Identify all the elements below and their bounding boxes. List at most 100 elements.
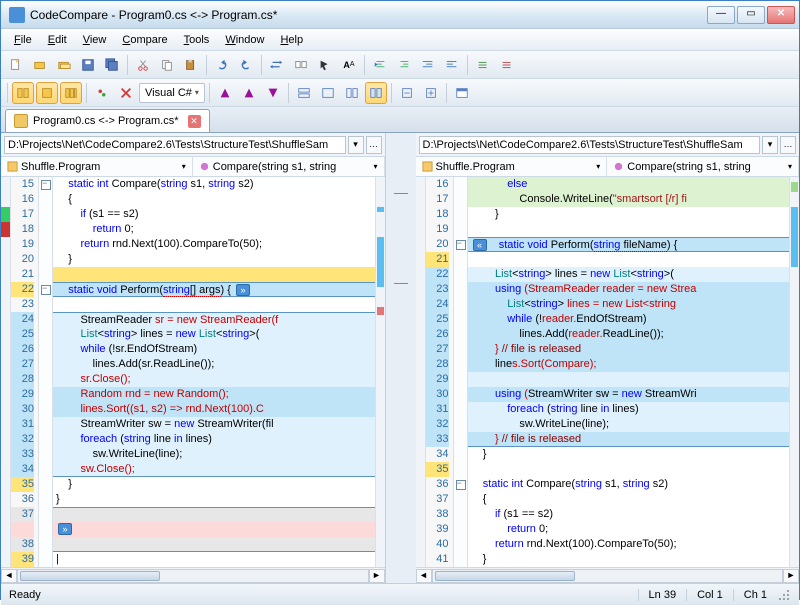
cut-icon[interactable] bbox=[132, 54, 154, 76]
nav-first-icon[interactable] bbox=[214, 82, 236, 104]
doc-tab-label: Program0.cs <-> Program.cs* bbox=[33, 115, 179, 127]
open-folder-icon[interactable] bbox=[53, 54, 75, 76]
right-struct-class[interactable]: Shuffle.Program▾ bbox=[416, 157, 608, 176]
menubar: File Edit View Compare Tools Window Help bbox=[1, 29, 799, 51]
swap-icon[interactable] bbox=[266, 54, 288, 76]
uncomment-icon[interactable] bbox=[496, 54, 518, 76]
right-path-dropdown-icon[interactable]: ▾ bbox=[762, 136, 778, 154]
redo-icon[interactable] bbox=[235, 54, 257, 76]
cancel-icon[interactable] bbox=[115, 82, 137, 104]
menu-compare[interactable]: Compare bbox=[115, 32, 174, 48]
diff-connector bbox=[394, 133, 408, 583]
right-struct-method[interactable]: Compare(string s1, string▾ bbox=[607, 157, 799, 176]
toolbar-compare: Visual C#▾ bbox=[1, 79, 799, 107]
language-dropdown[interactable]: Visual C#▾ bbox=[139, 83, 205, 103]
tab-file-icon bbox=[14, 114, 28, 128]
minimize-button[interactable]: — bbox=[707, 6, 735, 24]
status-ch: Ch 1 bbox=[733, 589, 777, 601]
titlebar: CodeCompare - Program0.cs <-> Program.cs… bbox=[1, 1, 799, 29]
open-icon[interactable] bbox=[29, 54, 51, 76]
indent-left-icon[interactable] bbox=[369, 54, 391, 76]
left-struct-method[interactable]: Compare(string s1, string▾ bbox=[193, 157, 385, 176]
undo-icon[interactable] bbox=[211, 54, 233, 76]
right-path-browse-icon[interactable]: … bbox=[780, 136, 796, 154]
resize-grip-icon[interactable] bbox=[777, 588, 791, 602]
window-title: CodeCompare - Program0.cs <-> Program.cs… bbox=[30, 8, 707, 22]
right-fold-gutter[interactable] bbox=[454, 177, 468, 567]
refresh-icon[interactable] bbox=[290, 54, 312, 76]
view-vert2-icon[interactable] bbox=[365, 82, 387, 104]
left-struct-class[interactable]: Shuffle.Program▾ bbox=[1, 157, 193, 176]
left-path-dropdown-icon[interactable]: ▾ bbox=[348, 136, 364, 154]
outdent-icon[interactable] bbox=[441, 54, 463, 76]
scroll-left-icon[interactable]: ◄ bbox=[416, 569, 432, 583]
save-all-icon[interactable] bbox=[101, 54, 123, 76]
copy-icon[interactable] bbox=[156, 54, 178, 76]
diff-mode-2-icon[interactable] bbox=[36, 82, 58, 104]
expand-icon[interactable] bbox=[420, 82, 442, 104]
maximize-button[interactable]: ▭ bbox=[737, 6, 765, 24]
statusbar: Ready Ln 39 Col 1 Ch 1 bbox=[1, 583, 799, 605]
scroll-right-icon[interactable]: ► bbox=[369, 569, 385, 583]
scroll-right-icon[interactable]: ► bbox=[783, 569, 799, 583]
indent-right-icon[interactable] bbox=[393, 54, 415, 76]
left-fold-gutter[interactable] bbox=[39, 177, 53, 567]
merge-right-icon[interactable]: » bbox=[58, 523, 72, 535]
left-structbar: Shuffle.Program▾ Compare(string s1, stri… bbox=[1, 157, 385, 177]
left-path-input[interactable] bbox=[4, 136, 346, 154]
view-horiz-icon[interactable] bbox=[293, 82, 315, 104]
indent-icon[interactable] bbox=[417, 54, 439, 76]
right-hscroll-thumb[interactable] bbox=[435, 571, 575, 581]
right-path-input[interactable] bbox=[419, 136, 761, 154]
left-code-area[interactable]: 1516171819202122232425262728293031323334… bbox=[1, 177, 385, 567]
menu-edit[interactable]: Edit bbox=[41, 32, 74, 48]
right-marker-gutter bbox=[416, 177, 426, 567]
diff-mode-1-icon[interactable] bbox=[12, 82, 34, 104]
paste-icon[interactable] bbox=[180, 54, 202, 76]
tab-close-icon[interactable]: ✕ bbox=[188, 115, 201, 128]
pane-right: ▾ … Shuffle.Program▾ Compare(string s1, … bbox=[416, 133, 800, 583]
save-icon[interactable] bbox=[77, 54, 99, 76]
left-pathbar: ▾ … bbox=[1, 133, 385, 157]
nav-prev-icon[interactable] bbox=[238, 82, 260, 104]
doc-tabs: Program0.cs <-> Program.cs* ✕ bbox=[1, 107, 799, 133]
left-line-gutter: 1516171819202122232425262728293031323334… bbox=[11, 177, 39, 567]
left-overview[interactable] bbox=[375, 177, 385, 567]
menu-tools[interactable]: Tools bbox=[177, 32, 217, 48]
right-pathbar: ▾ … bbox=[416, 133, 800, 157]
comment-icon[interactable] bbox=[472, 54, 494, 76]
left-hscroll-thumb[interactable] bbox=[20, 571, 160, 581]
left-path-browse-icon[interactable]: … bbox=[366, 136, 382, 154]
doc-tab-active[interactable]: Program0.cs <-> Program.cs* ✕ bbox=[5, 109, 210, 132]
right-code-text[interactable]: else Console.WriteLine("smartsort [/r] f… bbox=[468, 177, 790, 567]
merge-right-icon[interactable]: » bbox=[236, 284, 250, 296]
left-code-text[interactable]: static int Compare(string s1, string s2)… bbox=[53, 177, 375, 567]
menu-window[interactable]: Window bbox=[218, 32, 271, 48]
view-single-icon[interactable] bbox=[317, 82, 339, 104]
pane-left: ▾ … Shuffle.Program▾ Compare(string s1, … bbox=[1, 133, 386, 583]
right-overview[interactable] bbox=[789, 177, 799, 567]
status-col: Col 1 bbox=[686, 589, 733, 601]
right-line-gutter: 1617181920212223242526272829303132333435… bbox=[426, 177, 454, 567]
collapse-icon[interactable] bbox=[396, 82, 418, 104]
merge-left-icon[interactable]: « bbox=[473, 239, 487, 251]
close-button[interactable]: ✕ bbox=[767, 6, 795, 24]
new-icon[interactable] bbox=[5, 54, 27, 76]
app-icon bbox=[9, 7, 25, 23]
font-smaller-icon[interactable]: AA bbox=[338, 54, 360, 76]
view-vert-icon[interactable] bbox=[341, 82, 363, 104]
language-dropdown-label: Visual C# bbox=[145, 87, 192, 99]
window-icon[interactable] bbox=[451, 82, 473, 104]
compare-body: ▾ … Shuffle.Program▾ Compare(string s1, … bbox=[1, 133, 799, 583]
nav-next-icon[interactable] bbox=[262, 82, 284, 104]
menu-file[interactable]: File bbox=[7, 32, 39, 48]
left-hscroll[interactable]: ◄ ► bbox=[1, 567, 385, 583]
right-code-area[interactable]: 1617181920212223242526272829303132333435… bbox=[416, 177, 800, 567]
menu-help[interactable]: Help bbox=[273, 32, 310, 48]
diff-mode-3-icon[interactable] bbox=[60, 82, 82, 104]
select-icon[interactable] bbox=[314, 54, 336, 76]
filter-icon[interactable] bbox=[91, 82, 113, 104]
right-hscroll[interactable]: ◄ ► bbox=[416, 567, 800, 583]
menu-view[interactable]: View bbox=[76, 32, 114, 48]
scroll-left-icon[interactable]: ◄ bbox=[1, 569, 17, 583]
